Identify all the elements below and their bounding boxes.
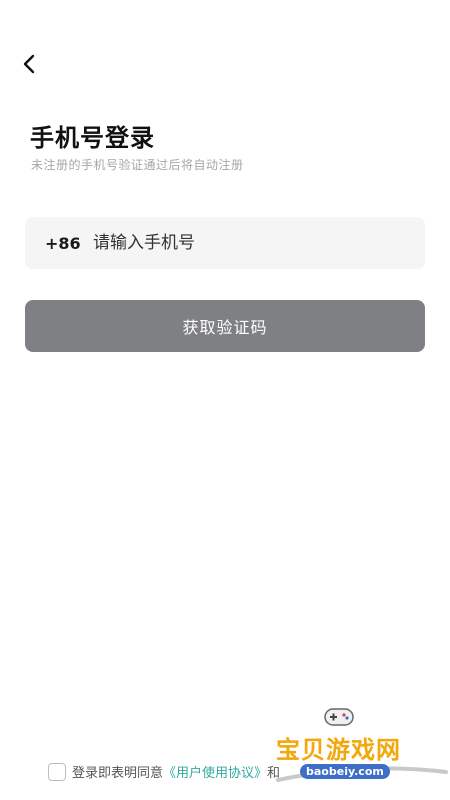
login-screen: 手机号登录 未注册的手机号验证通过后将自动注册 +86 获取验证码 登录即表明同…: [0, 0, 450, 800]
phone-input-container: +86: [25, 217, 425, 269]
country-code[interactable]: +86: [45, 234, 93, 253]
page-subtitle: 未注册的手机号验证通过后将自动注册: [31, 158, 244, 172]
get-verification-code-button[interactable]: 获取验证码: [25, 300, 425, 352]
gamepad-icon: [324, 708, 354, 726]
agreement-checkbox[interactable]: [48, 762, 66, 781]
watermark-logo: 宝贝游戏网 baobeiy.com: [270, 700, 450, 800]
watermark-url: baobeiy.com: [300, 764, 390, 779]
agreement-row: 登录即表明同意 《用户使用协议》 和: [48, 762, 280, 781]
phone-input[interactable]: [93, 217, 425, 269]
chevron-left-icon: [23, 54, 35, 74]
watermark-swoosh-icon: [276, 766, 448, 782]
agreement-prefix: 登录即表明同意: [72, 766, 164, 781]
user-agreement-link[interactable]: 《用户使用协议》: [163, 762, 267, 781]
back-button[interactable]: [12, 46, 48, 82]
page-title: 手机号登录: [30, 124, 155, 152]
watermark-brand: 宝贝游戏网: [276, 736, 401, 764]
agreement-connector: 和: [267, 766, 281, 781]
